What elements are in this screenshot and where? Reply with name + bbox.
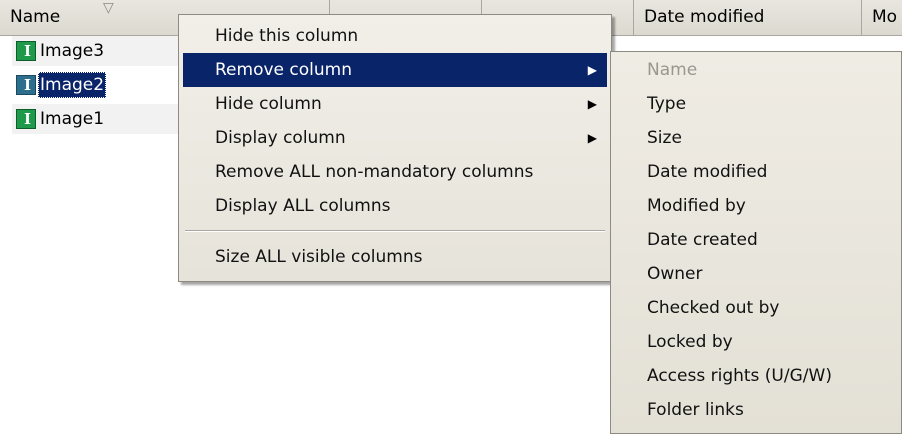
menu-item-label: Remove ALL non-mandatory columns (215, 162, 534, 182)
menu-item-size-all-visible-columns[interactable]: Size ALL visible columns (183, 240, 607, 274)
submenu-item-checked-out-by[interactable]: Checked out by (615, 291, 895, 325)
submenu-item-label: Date modified (647, 162, 768, 182)
submenu-item-label: Owner (647, 264, 703, 284)
menu-item-hide-column[interactable]: Hide column ▶ (183, 87, 607, 121)
submenu-item-size[interactable]: Size (615, 121, 895, 155)
column-header-label: Date modified (644, 7, 765, 27)
file-name: Image3 (40, 41, 105, 61)
column-header-label: Mo (872, 7, 898, 27)
file-name: Image1 (40, 109, 105, 129)
submenu-item-label: Folder links (647, 400, 744, 420)
column-header-label: Name (10, 7, 61, 27)
submenu-item-label: Checked out by (647, 298, 780, 318)
menu-item-remove-column[interactable]: Remove column ▶ (183, 53, 607, 87)
menu-item-display-all-columns[interactable]: Display ALL columns (183, 189, 607, 223)
submenu-item-locked-by[interactable]: Locked by (615, 325, 895, 359)
menu-separator (185, 230, 605, 232)
submenu-item-label: Date created (647, 230, 758, 250)
image-file-icon: I (16, 109, 36, 129)
remove-column-submenu: Name Type Size Date modified Modified by… (610, 51, 902, 434)
file-list-window: Name ▽ Date modified Mo I Image3 I Image… (0, 0, 902, 434)
submenu-item-type[interactable]: Type (615, 87, 895, 121)
submenu-item-label: Modified by (647, 196, 746, 216)
image-file-icon: I (16, 41, 36, 61)
sort-descending-icon[interactable]: ▽ (103, 0, 114, 16)
menu-item-label: Remove column (215, 60, 352, 80)
submenu-item-name: Name (615, 53, 895, 87)
menu-item-label: Hide this column (215, 26, 359, 46)
submenu-item-date-created[interactable]: Date created (615, 223, 895, 257)
submenu-arrow-icon: ▶ (587, 131, 597, 145)
submenu-item-access-rights[interactable]: Access rights (U/G/W) (615, 359, 895, 393)
submenu-item-label: Name (647, 60, 698, 80)
column-header-date-modified[interactable]: Date modified (634, 0, 862, 35)
submenu-item-folder-links[interactable]: Folder links (615, 393, 895, 427)
submenu-item-label: Access rights (U/G/W) (647, 366, 832, 386)
menu-item-label: Display ALL columns (215, 196, 391, 216)
table-row[interactable]: I Image2 (12, 70, 182, 100)
submenu-item-date-modified[interactable]: Date modified (615, 155, 895, 189)
menu-item-label: Hide column (215, 94, 322, 114)
menu-item-remove-all-non-mandatory[interactable]: Remove ALL non-mandatory columns (183, 155, 607, 189)
column-header-modified-by[interactable]: Mo (862, 0, 902, 35)
submenu-arrow-icon: ▶ (587, 63, 597, 77)
image-file-icon: I (16, 75, 36, 95)
menu-item-hide-this-column[interactable]: Hide this column (183, 19, 607, 53)
menu-item-display-column[interactable]: Display column ▶ (183, 121, 607, 155)
menu-item-label: Size ALL visible columns (215, 247, 423, 267)
submenu-item-label: Type (647, 94, 687, 114)
menu-item-label: Display column (215, 128, 346, 148)
file-name: Image2 (38, 72, 107, 98)
submenu-item-label: Locked by (647, 332, 733, 352)
submenu-arrow-icon: ▶ (587, 97, 597, 111)
column-context-menu: Hide this column Remove column ▶ Hide co… (178, 14, 612, 282)
table-row[interactable]: I Image3 (12, 36, 182, 66)
table-row[interactable]: I Image1 (12, 104, 182, 134)
submenu-item-modified-by[interactable]: Modified by (615, 189, 895, 223)
submenu-item-owner[interactable]: Owner (615, 257, 895, 291)
submenu-item-label: Size (647, 128, 682, 148)
